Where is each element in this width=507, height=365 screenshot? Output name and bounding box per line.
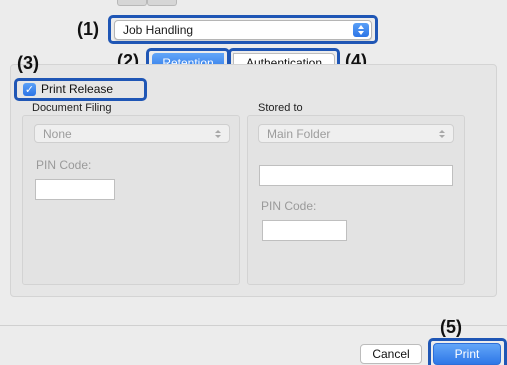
print-release-label: Print Release	[41, 82, 114, 96]
select-arrows-icon	[439, 129, 445, 138]
document-filing-pin-input[interactable]	[35, 179, 115, 200]
document-filing-select[interactable]: None	[34, 124, 230, 143]
callout-3: (3)	[17, 53, 39, 73]
stored-to-pin-input[interactable]	[262, 220, 347, 241]
job-handling-popup[interactable]: Job Handling	[114, 20, 372, 40]
bottom-divider	[0, 325, 507, 326]
document-filing-select-value: None	[43, 126, 72, 141]
stored-to-heading: Stored to	[258, 102, 303, 114]
stored-to-select-value: Main Folder	[267, 126, 331, 141]
up-down-arrows-icon	[353, 23, 369, 37]
callout-1: (1)	[77, 19, 99, 39]
cancel-button-label: Cancel	[372, 347, 410, 361]
print-button-label: Print	[454, 347, 480, 361]
top-tab-stub-right	[147, 0, 177, 6]
select-arrows-icon	[215, 129, 221, 138]
top-tab-stub-left	[117, 0, 147, 6]
stored-to-folder-input[interactable]	[259, 165, 453, 186]
job-handling-value: Job Handling	[123, 23, 194, 37]
callout-5: (5)	[440, 317, 462, 337]
stored-to-pin-label: PIN Code:	[261, 199, 317, 213]
stored-to-select[interactable]: Main Folder	[258, 124, 454, 143]
cancel-button[interactable]: Cancel	[360, 344, 422, 364]
print-release-checkbox[interactable]: ✓	[23, 83, 36, 96]
document-filing-pin-label: PIN Code:	[36, 158, 92, 172]
document-filing-heading: Document Filing	[32, 102, 112, 114]
print-button[interactable]: Print	[433, 343, 501, 365]
